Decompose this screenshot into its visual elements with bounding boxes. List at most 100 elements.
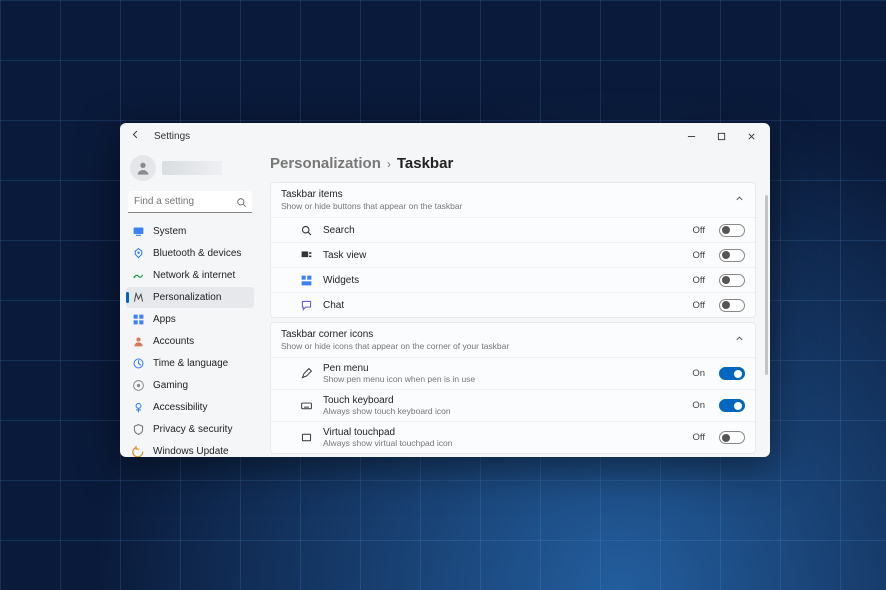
chevron-up-icon — [734, 333, 745, 347]
avatar — [130, 155, 156, 181]
nav-icon — [132, 269, 145, 282]
sidebar-item-system[interactable]: System — [126, 221, 254, 242]
breadcrumb-current: Taskbar — [397, 155, 453, 172]
close-button[interactable] — [736, 125, 766, 147]
setting-title: Chat — [323, 300, 683, 311]
sidebar-item-label: Time & language — [153, 358, 228, 369]
maximize-button[interactable] — [706, 125, 736, 147]
toggle-switch[interactable] — [719, 249, 745, 262]
widgets-icon — [299, 273, 313, 287]
nav-icon — [132, 423, 145, 436]
setting-subtitle: Show pen menu icon when pen is in use — [323, 374, 682, 384]
toggle-switch[interactable] — [719, 399, 745, 412]
nav-icon — [132, 357, 145, 370]
group-title: Taskbar corner icons — [281, 329, 734, 340]
setting-title: Widgets — [323, 275, 683, 286]
sidebar-item-label: Privacy & security — [153, 424, 232, 435]
settings-scroll-region[interactable]: Taskbar itemsShow or hide buttons that a… — [270, 182, 766, 457]
sidebar-item-personalization[interactable]: Personalization — [126, 287, 254, 308]
sidebar-item-time-language[interactable]: Time & language — [126, 353, 254, 374]
sidebar-item-label: Accounts — [153, 336, 194, 347]
profile-name-placeholder — [162, 161, 222, 175]
sidebar-item-apps[interactable]: Apps — [126, 309, 254, 330]
setting-row: Virtual touchpadAlways show virtual touc… — [271, 421, 755, 453]
sidebar-item-label: Bluetooth & devices — [153, 248, 241, 259]
breadcrumb-parent[interactable]: Personalization — [270, 155, 381, 172]
sidebar-item-label: Accessibility — [153, 402, 207, 413]
setting-title: Touch keyboard — [323, 395, 682, 406]
toggle-switch[interactable] — [719, 274, 745, 287]
sidebar-item-accessibility[interactable]: Accessibility — [126, 397, 254, 418]
chat-icon — [299, 298, 313, 312]
nav-icon — [132, 225, 145, 238]
toggle-switch[interactable] — [719, 224, 745, 237]
nav-icon — [132, 313, 145, 326]
toggle-switch[interactable] — [719, 367, 745, 380]
setting-subtitle: Always show virtual touchpad icon — [323, 438, 683, 448]
sidebar-item-gaming[interactable]: Gaming — [126, 375, 254, 396]
group-subtitle: Show or hide icons that appear on the co… — [281, 341, 734, 351]
toggle-state-label: On — [692, 368, 705, 379]
group-subtitle: Show or hide buttons that appear on the … — [281, 201, 734, 211]
nav-icon — [132, 335, 145, 348]
nav-list: System Bluetooth & devices Network & inter… — [126, 221, 254, 457]
content-area: Personalization › Taskbar Taskbar itemsS… — [260, 149, 770, 457]
nav-icon — [132, 247, 145, 260]
group-header[interactable]: Taskbar itemsShow or hide buttons that a… — [271, 183, 755, 217]
toggle-switch[interactable] — [719, 299, 745, 312]
setting-title: Task view — [323, 250, 683, 261]
sidebar-item-label: Personalization — [153, 292, 221, 303]
minimize-button[interactable] — [676, 125, 706, 147]
sidebar-item-bluetooth-devices[interactable]: Bluetooth & devices — [126, 243, 254, 264]
back-button[interactable] — [130, 129, 146, 143]
sidebar-item-windows-update[interactable]: Windows Update — [126, 441, 254, 457]
search-input[interactable] — [128, 191, 252, 213]
toggle-state-label: Off — [693, 432, 706, 443]
taskview-icon — [299, 248, 313, 262]
toggle-state-label: Off — [693, 250, 706, 261]
touchpad-icon — [299, 431, 313, 445]
search-box[interactable] — [128, 191, 252, 213]
group-header[interactable]: Taskbar corner iconsShow or hide icons t… — [271, 323, 755, 357]
sidebar-item-label: System — [153, 226, 186, 237]
setting-title: Virtual touchpad — [323, 427, 683, 438]
settings-window: Settings — [120, 123, 770, 457]
setting-row: Pen menuShow pen menu icon when pen is i… — [271, 357, 755, 389]
scrollbar-thumb[interactable] — [765, 195, 768, 375]
chevron-up-icon — [734, 193, 745, 207]
sidebar-item-privacy-security[interactable]: Privacy & security — [126, 419, 254, 440]
desktop-wallpaper: Settings — [0, 0, 886, 590]
sidebar-item-label: Network & internet — [153, 270, 235, 281]
toggle-state-label: Off — [693, 300, 706, 311]
sidebar-item-accounts[interactable]: Accounts — [126, 331, 254, 352]
setting-row: Touch keyboardAlways show touch keyboard… — [271, 389, 755, 421]
sidebar-item-network-internet[interactable]: Network & internet — [126, 265, 254, 286]
nav-icon — [132, 291, 145, 304]
breadcrumb: Personalization › Taskbar — [270, 149, 766, 182]
settings-group: Taskbar corner iconsShow or hide icons t… — [270, 322, 756, 454]
pen-icon — [299, 367, 313, 381]
search-icon — [299, 223, 313, 237]
sidebar-item-label: Apps — [153, 314, 176, 325]
toggle-state-label: On — [692, 400, 705, 411]
search-icon — [236, 195, 247, 213]
profile-block[interactable] — [126, 153, 254, 189]
toggle-state-label: Off — [693, 225, 706, 236]
setting-row: Search Off — [271, 217, 755, 242]
chevron-right-icon: › — [387, 157, 391, 171]
setting-subtitle: Always show touch keyboard icon — [323, 406, 682, 416]
toggle-switch[interactable] — [719, 431, 745, 444]
keyboard-icon — [299, 399, 313, 413]
sidebar-item-label: Windows Update — [153, 446, 229, 457]
titlebar: Settings — [120, 123, 770, 149]
setting-title: Pen menu — [323, 363, 682, 374]
app-title: Settings — [154, 131, 190, 142]
sidebar: System Bluetooth & devices Network & inter… — [120, 149, 260, 457]
sidebar-item-label: Gaming — [153, 380, 188, 391]
group-title: Taskbar items — [281, 189, 734, 200]
nav-icon — [132, 445, 145, 457]
setting-row: Task view Off — [271, 242, 755, 267]
setting-title: Search — [323, 225, 683, 236]
nav-icon — [132, 379, 145, 392]
setting-row: WidgetsOff — [271, 267, 755, 292]
